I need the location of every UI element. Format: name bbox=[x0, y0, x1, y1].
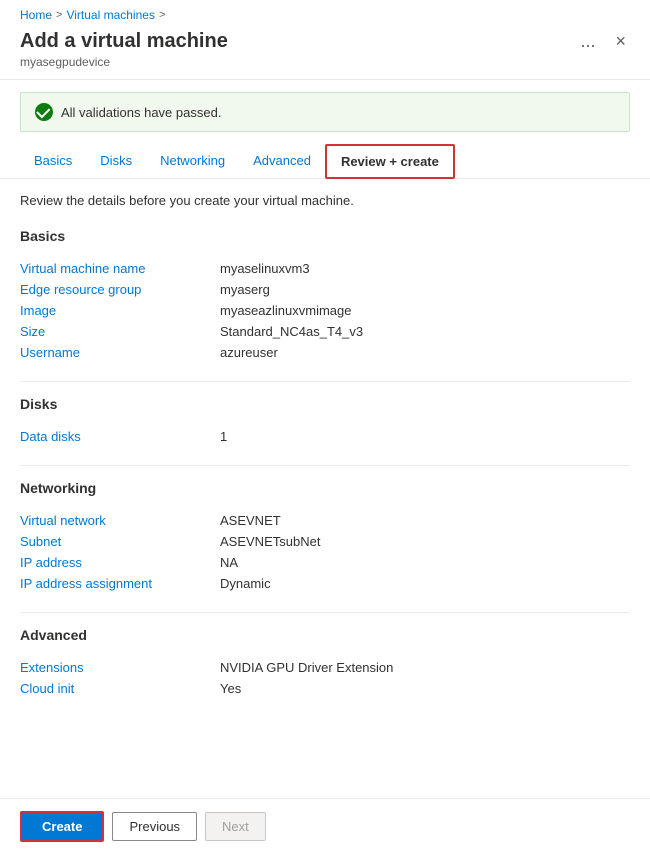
field-label-subnet: Subnet bbox=[20, 534, 220, 549]
check-icon bbox=[35, 103, 53, 121]
field-value-extensions: NVIDIA GPU Driver Extension bbox=[220, 660, 393, 675]
main-content: Review the details before you create you… bbox=[0, 179, 650, 797]
disks-section-title: Disks bbox=[20, 396, 630, 416]
footer: Create Previous Next bbox=[0, 798, 650, 854]
tab-advanced[interactable]: Advanced bbox=[239, 145, 325, 178]
list-item: Edge resource group myaserg bbox=[20, 279, 630, 300]
tab-disks[interactable]: Disks bbox=[86, 145, 146, 178]
field-value-data-disks: 1 bbox=[220, 429, 227, 444]
close-button[interactable]: × bbox=[611, 31, 630, 52]
create-button[interactable]: Create bbox=[20, 811, 104, 842]
field-value-subnet: ASEVNETsubNet bbox=[220, 534, 320, 549]
ellipsis-button[interactable]: ... bbox=[576, 31, 599, 52]
list-item: Image myaseazlinuxvmimage bbox=[20, 300, 630, 321]
validation-text: All validations have passed. bbox=[61, 105, 221, 120]
list-item: Username azureuser bbox=[20, 342, 630, 363]
breadcrumb-home[interactable]: Home bbox=[20, 8, 52, 22]
field-value-size: Standard_NC4as_T4_v3 bbox=[220, 324, 363, 339]
validation-banner: All validations have passed. bbox=[20, 92, 630, 132]
list-item: Cloud init Yes bbox=[20, 678, 630, 699]
field-label-extensions: Extensions bbox=[20, 660, 220, 675]
tabs-container: Basics Disks Networking Advanced Review … bbox=[0, 144, 650, 179]
advanced-section-title: Advanced bbox=[20, 627, 630, 647]
breadcrumb-sep1: > bbox=[56, 9, 62, 21]
page-title: Add a virtual machine bbox=[20, 30, 228, 53]
divider-1 bbox=[20, 381, 630, 382]
list-item: Extensions NVIDIA GPU Driver Extension bbox=[20, 657, 630, 678]
field-label-data-disks: Data disks bbox=[20, 429, 220, 444]
field-value-ip-address: NA bbox=[220, 555, 238, 570]
field-value-cloud-init: Yes bbox=[220, 681, 241, 696]
next-button: Next bbox=[205, 812, 266, 841]
field-value-ip-assignment: Dynamic bbox=[220, 576, 271, 591]
breadcrumb-vms[interactable]: Virtual machines bbox=[66, 8, 155, 22]
field-label-virtual-network: Virtual network bbox=[20, 513, 220, 528]
page-subtitle: myasegpudevice bbox=[20, 55, 630, 69]
divider-2 bbox=[20, 465, 630, 466]
divider-3 bbox=[20, 612, 630, 613]
list-item: Size Standard_NC4as_T4_v3 bbox=[20, 321, 630, 342]
breadcrumb-sep2: > bbox=[159, 9, 165, 21]
list-item: IP address assignment Dynamic bbox=[20, 573, 630, 594]
tab-review-create[interactable]: Review + create bbox=[325, 144, 455, 179]
field-value-resource-group: myaserg bbox=[220, 282, 270, 297]
list-item: Data disks 1 bbox=[20, 426, 630, 447]
list-item: IP address NA bbox=[20, 552, 630, 573]
networking-section: Networking Virtual network ASEVNET Subne… bbox=[20, 480, 630, 594]
tab-networking[interactable]: Networking bbox=[146, 145, 239, 178]
advanced-section: Advanced Extensions NVIDIA GPU Driver Ex… bbox=[20, 627, 630, 699]
previous-button[interactable]: Previous bbox=[112, 812, 197, 841]
breadcrumb: Home > Virtual machines > bbox=[20, 8, 630, 22]
networking-section-title: Networking bbox=[20, 480, 630, 500]
list-item: Virtual network ASEVNET bbox=[20, 510, 630, 531]
field-label-ip-address: IP address bbox=[20, 555, 220, 570]
tab-basics[interactable]: Basics bbox=[20, 145, 86, 178]
field-label-username: Username bbox=[20, 345, 220, 360]
basics-section: Basics Virtual machine name myaselinuxvm… bbox=[20, 228, 630, 363]
list-item: Virtual machine name myaselinuxvm3 bbox=[20, 258, 630, 279]
field-label-ip-assignment: IP address assignment bbox=[20, 576, 220, 591]
field-label-size: Size bbox=[20, 324, 220, 339]
field-label-image: Image bbox=[20, 303, 220, 318]
review-description: Review the details before you create you… bbox=[20, 193, 630, 208]
basics-section-title: Basics bbox=[20, 228, 630, 248]
field-value-image: myaseazlinuxvmimage bbox=[220, 303, 352, 318]
field-value-username: azureuser bbox=[220, 345, 278, 360]
field-label-vm-name: Virtual machine name bbox=[20, 261, 220, 276]
list-item: Subnet ASEVNETsubNet bbox=[20, 531, 630, 552]
field-value-virtual-network: ASEVNET bbox=[220, 513, 281, 528]
field-value-vm-name: myaselinuxvm3 bbox=[220, 261, 310, 276]
field-label-cloud-init: Cloud init bbox=[20, 681, 220, 696]
disks-section: Disks Data disks 1 bbox=[20, 396, 630, 447]
field-label-resource-group: Edge resource group bbox=[20, 282, 220, 297]
